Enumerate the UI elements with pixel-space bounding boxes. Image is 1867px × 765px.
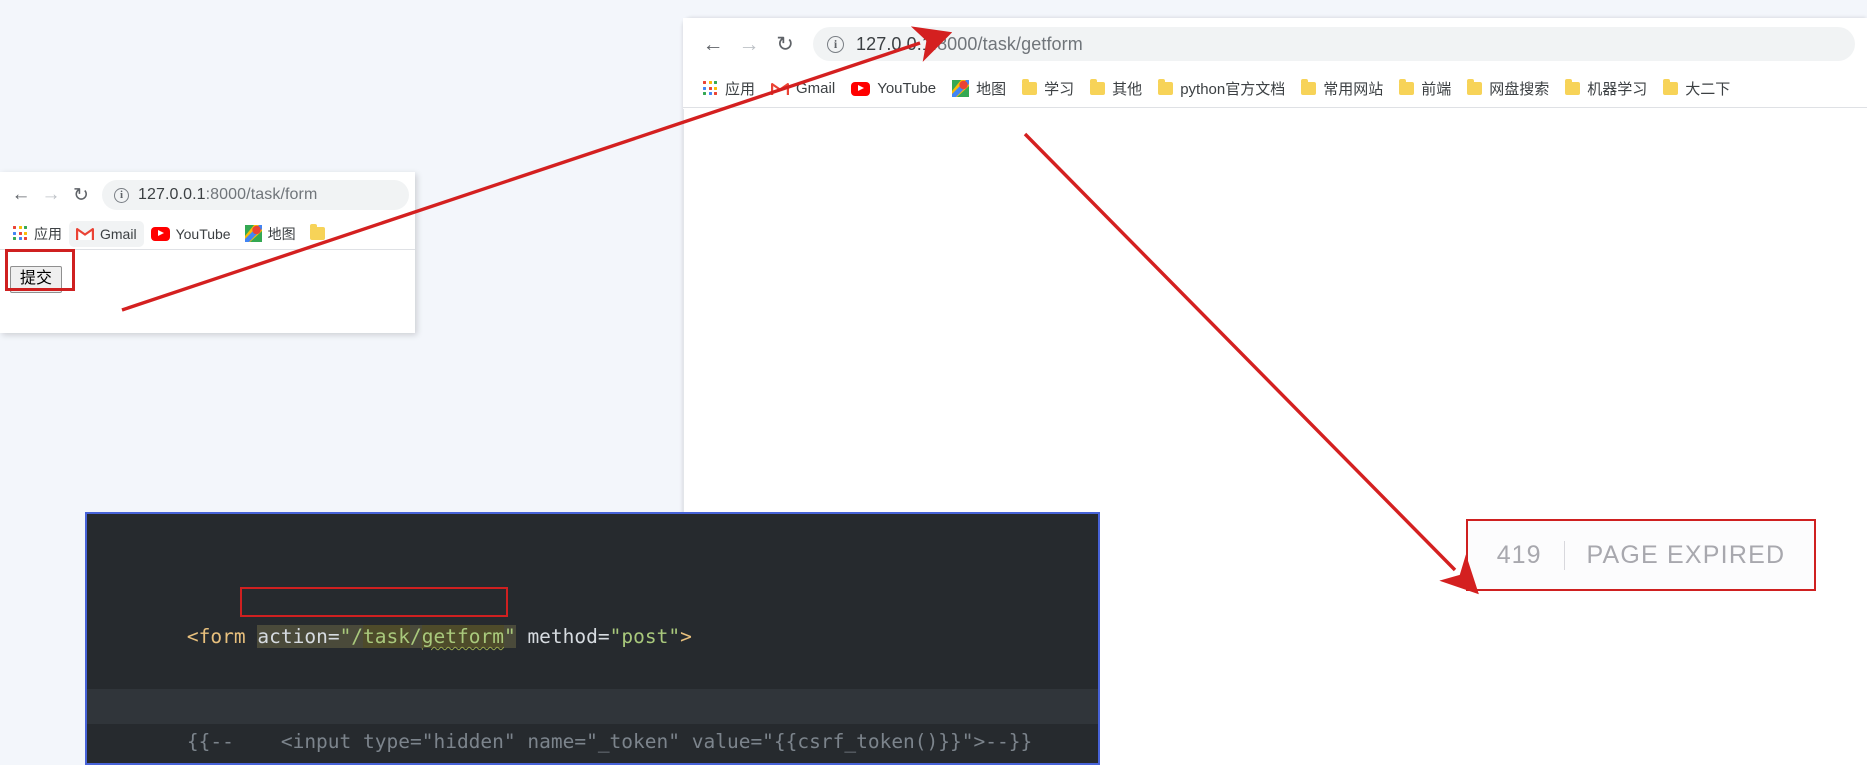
back-icon[interactable]: ← — [6, 180, 36, 210]
bookmark-folder-machine-learning[interactable]: 机器学习 — [1557, 75, 1655, 103]
bookmark-maps[interactable]: 地图 — [944, 75, 1014, 103]
bookmark-apps[interactable]: 应用 — [695, 75, 763, 103]
bookmark-folder-netdisk-search[interactable]: 网盘搜索 — [1459, 75, 1557, 103]
code-seg: "post" — [609, 625, 681, 648]
code-seg: "/ — [339, 625, 364, 648]
code-line: {{-- <input type="hidden" name="_token" … — [87, 689, 1098, 753]
google-maps-icon — [244, 225, 262, 242]
form-action-highlight — [240, 587, 508, 617]
error-419-highlight: 419 PAGE EXPIRED — [1466, 519, 1816, 591]
folder-icon — [1399, 79, 1415, 95]
bookmark-folder-sophomore[interactable]: 大二下 — [1655, 75, 1738, 103]
submit-button-highlight — [5, 249, 75, 291]
bookmark-label: 前端 — [1421, 81, 1452, 98]
bookmark-label: 常用网站 — [1323, 81, 1384, 98]
code-seg: task — [363, 625, 411, 648]
reload-icon[interactable]: ↻ — [66, 180, 96, 210]
folder-icon — [1158, 79, 1174, 95]
bookmark-folder-common-sites[interactable]: 常用网站 — [1293, 75, 1391, 103]
bookmark-label: 网盘搜索 — [1489, 81, 1550, 98]
back-icon[interactable]: ← — [695, 26, 731, 62]
bookmark-label: 地图 — [267, 225, 296, 242]
error-page-content: 419 PAGE EXPIRED — [1497, 540, 1786, 570]
bookmark-label: 学习 — [1044, 81, 1075, 98]
error-status-message: PAGE EXPIRED — [1586, 540, 1786, 569]
code-seg: getform — [421, 625, 504, 648]
bookmark-folder-qita[interactable]: 其他 — [1082, 75, 1150, 103]
forward-icon: → — [738, 32, 760, 56]
youtube-icon — [150, 226, 170, 241]
bookmark-label: YouTube — [877, 80, 937, 97]
main-browser-toolbar: ← → ↻ i 127.0.0.1:8000/task/getform — [683, 18, 1867, 70]
bookmark-label: YouTube — [175, 225, 231, 242]
bookmark-youtube[interactable]: YouTube — [843, 75, 944, 103]
bookmark-label: Gmail — [796, 80, 836, 97]
gmail-icon — [76, 227, 94, 241]
bookmark-label: 应用 — [34, 225, 62, 242]
apps-grid-icon — [703, 81, 718, 96]
bookmark-label: 大二下 — [1685, 81, 1731, 98]
bookmark-label: 其他 — [1112, 81, 1143, 98]
site-info-icon[interactable]: i — [114, 187, 129, 203]
apps-grid-icon — [13, 226, 28, 241]
bookmarks-bar: 应用 Gmail YouTube 地图 — [0, 218, 415, 250]
bookmark-apps[interactable]: 应用 — [6, 221, 69, 247]
bookmark-label: Gmail — [100, 225, 137, 242]
bookmark-gmail[interactable]: Gmail — [69, 220, 144, 247]
forward-icon: → — [41, 184, 61, 205]
bookmark-folder-xuexi[interactable]: 学习 — [1014, 75, 1082, 103]
error-status-code: 419 — [1497, 540, 1565, 570]
reload-icon[interactable]: ↻ — [767, 26, 803, 62]
bookmark-label: 地图 — [976, 81, 1007, 98]
bookmark-folder-partial[interactable] — [303, 221, 338, 247]
bookmark-maps[interactable]: 地图 — [238, 221, 303, 247]
bookmarks-bar: 应用 Gmail YouTube 地图 — [683, 70, 1867, 108]
bookmark-gmail[interactable]: Gmail — [763, 75, 843, 103]
code-editor-snippet: <form action="/task/getform" method="pos… — [85, 512, 1100, 765]
folder-icon — [1022, 79, 1038, 95]
folder-icon — [1301, 79, 1317, 95]
folder-icon — [1090, 79, 1106, 95]
code-seg: method= — [515, 625, 610, 648]
bookmark-label: 应用 — [725, 81, 756, 98]
youtube-icon — [851, 81, 871, 96]
google-maps-icon — [952, 80, 970, 97]
code-seg: <form — [186, 625, 258, 648]
bookmark-label: python官方文档 — [1180, 81, 1286, 98]
code-seg: > — [680, 625, 692, 648]
folder-icon — [309, 224, 325, 240]
gmail-icon — [771, 82, 790, 96]
code-lines: <form action="/task/getform" method="pos… — [87, 514, 1098, 763]
folder-icon — [1663, 79, 1679, 95]
code-seg: action= — [257, 625, 340, 648]
folder-icon — [1565, 79, 1581, 95]
address-bar[interactable]: i 127.0.0.1:8000/task/getform — [813, 27, 1855, 61]
address-bar-url: 127.0.0.1:8000/task/getform — [856, 33, 1083, 54]
code-seg: / — [410, 625, 422, 648]
bookmark-folder-frontend[interactable]: 前端 — [1391, 75, 1459, 103]
code-line: <form action="/task/getform" method="pos… — [87, 584, 1098, 648]
address-bar-url: 127.0.0.1:8000/task/form — [138, 186, 318, 203]
code-seg: {{-- <input type="hidden" name="_token" … — [186, 730, 1033, 753]
small-browser-toolbar: ← → ↻ i 127.0.0.1:8000/task/form — [0, 172, 415, 218]
site-info-icon[interactable]: i — [827, 35, 844, 53]
bookmark-youtube[interactable]: YouTube — [144, 221, 238, 247]
bookmark-folder-python-docs[interactable]: python官方文档 — [1150, 75, 1293, 103]
address-bar[interactable]: i 127.0.0.1:8000/task/form — [102, 180, 409, 210]
screenshot-stage: ← → ↻ i 127.0.0.1:8000/task/getform 应用 G… — [0, 0, 1867, 765]
folder-icon — [1467, 79, 1483, 95]
code-seg: " — [503, 625, 516, 648]
bookmark-label: 机器学习 — [1587, 81, 1648, 98]
